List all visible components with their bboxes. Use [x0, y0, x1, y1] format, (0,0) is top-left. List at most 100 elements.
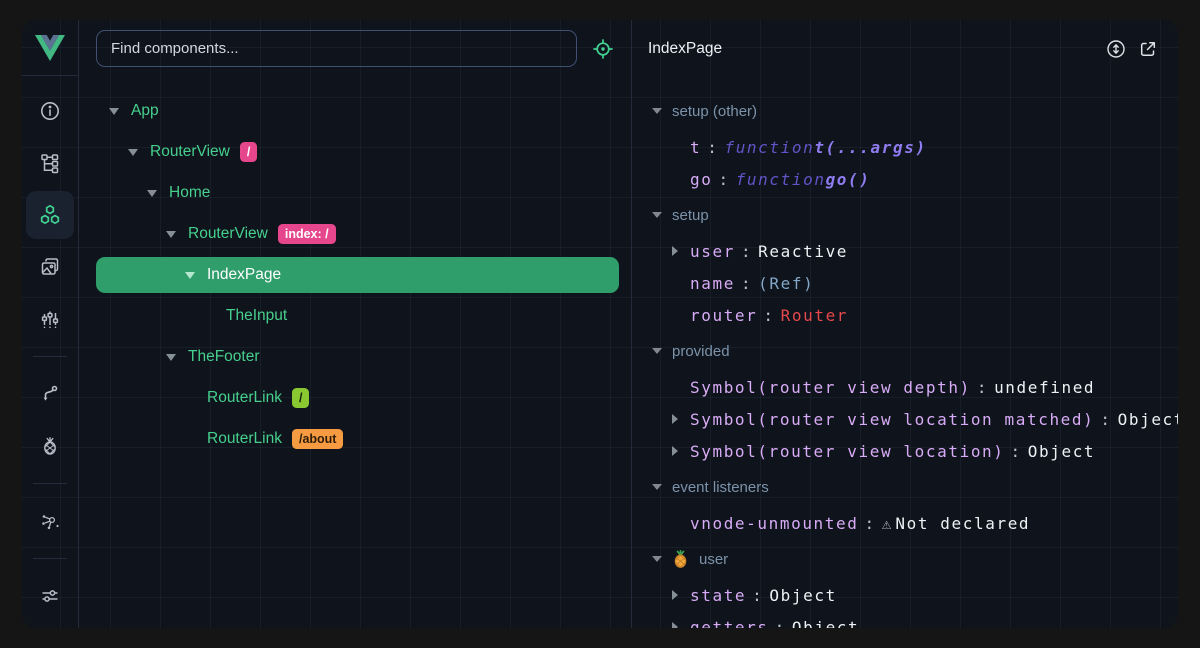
components-hexagons-icon[interactable] — [26, 191, 74, 239]
state-key: user — [690, 242, 735, 261]
state-row[interactable]: vnode-unmounted:⚠ Not declared — [645, 507, 1178, 539]
state-row[interactable]: Symbol(router view location):Object — [645, 435, 1178, 467]
tree-expander[interactable] — [166, 231, 188, 238]
expand-collapse-all-icon[interactable] — [1100, 33, 1132, 65]
state-key: getters — [690, 618, 769, 629]
pages-icon[interactable] — [30, 247, 70, 287]
component-name: RouterLink — [207, 389, 282, 407]
tree-expander[interactable] — [128, 149, 150, 156]
component-name: RouterView — [188, 225, 268, 243]
state-row[interactable]: t:function t(...args) — [645, 131, 1178, 163]
route-badge: /about — [292, 429, 344, 449]
state-value: undefined — [994, 378, 1095, 397]
chevron-down-icon — [147, 190, 157, 197]
tree-row[interactable]: Home — [96, 175, 619, 211]
state-value: go() — [826, 170, 871, 189]
state-value: Object — [1118, 410, 1178, 429]
item-expander[interactable] — [672, 414, 690, 424]
section-header[interactable]: event listeners — [645, 467, 1178, 507]
state-key: router — [690, 306, 757, 325]
state-row[interactable]: Symbol(router view depth):undefined — [645, 371, 1178, 403]
tree-row[interactable]: TheFooter — [96, 339, 619, 375]
state-value: Object — [769, 586, 836, 605]
tree-row[interactable]: RouterView index: / — [96, 216, 619, 252]
inspector-header: IndexPage — [632, 20, 1178, 77]
state-row[interactable]: router:Router — [645, 299, 1178, 331]
item-expander[interactable] — [672, 246, 690, 256]
components-pane: App RouterView / Home RouterView index: / Inde… — [79, 20, 632, 628]
tree-row[interactable]: TheInput — [96, 298, 619, 334]
item-expander[interactable] — [672, 622, 690, 628]
section-title: setup — [672, 207, 709, 224]
state-value: ⚠ — [882, 514, 892, 533]
section-title: provided — [672, 343, 730, 360]
state-value: function — [736, 170, 826, 189]
component-name: RouterView — [150, 143, 230, 161]
component-name: TheFooter — [188, 348, 260, 366]
route-badge: / — [240, 142, 257, 162]
devtools-window: App RouterView / Home RouterView index: / Inde… — [22, 20, 1178, 628]
overview-info-icon[interactable] — [30, 91, 70, 131]
state-row[interactable]: getters:Object — [645, 611, 1178, 628]
chevron-down-icon — [652, 556, 662, 562]
inspector-title: IndexPage — [648, 40, 1100, 58]
state-value: t(...args) — [814, 138, 926, 157]
pineapple-icon — [672, 550, 689, 568]
graph-icon[interactable] — [30, 501, 70, 541]
state-value: Object — [1028, 442, 1095, 461]
chevron-right-icon — [672, 246, 678, 256]
state-key: Symbol(router view location) — [690, 442, 1005, 461]
inspect-component-target-icon[interactable] — [585, 31, 621, 67]
sidebar-divider — [33, 483, 67, 484]
item-expander[interactable] — [672, 590, 690, 600]
key-value-separator: : — [1100, 410, 1111, 429]
settings-icon[interactable] — [30, 576, 70, 616]
state-row[interactable]: state:Object — [645, 579, 1178, 611]
tree-expander[interactable] — [166, 354, 188, 361]
section-header[interactable]: provided — [645, 331, 1178, 371]
chevron-down-icon — [166, 354, 176, 361]
tree-row[interactable]: App — [96, 93, 619, 129]
router-icon[interactable] — [30, 374, 70, 414]
section-header[interactable]: setup — [645, 195, 1178, 235]
open-in-editor-icon[interactable] — [1132, 33, 1164, 65]
chevron-down-icon — [185, 272, 195, 279]
state-row[interactable]: user:Reactive — [645, 235, 1178, 267]
state-row[interactable]: name: (Ref) — [645, 267, 1178, 299]
key-value-separator: : — [718, 170, 729, 189]
route-badge: index: / — [278, 224, 336, 244]
state-value: Not declared — [895, 514, 1030, 533]
chevron-right-icon — [672, 414, 678, 424]
tree-row[interactable]: RouterView / — [96, 134, 619, 170]
state-row[interactable]: Symbol(router view location matched):Obj… — [645, 403, 1178, 435]
chevron-right-icon — [672, 446, 678, 456]
key-value-separator: : — [865, 514, 876, 533]
tree-row[interactable]: RouterLink/ — [96, 380, 619, 416]
sidebar-divider — [33, 356, 67, 357]
vue-logo — [22, 20, 78, 76]
tree-expander[interactable] — [147, 190, 169, 197]
tree-expander[interactable] — [185, 272, 207, 279]
section-header[interactable]: user — [645, 539, 1178, 579]
tree-expander[interactable] — [109, 108, 131, 115]
chevron-down-icon — [128, 149, 138, 156]
inspector-pane: IndexPage setup (other)t:function t(...a… — [632, 20, 1178, 628]
tree-row[interactable]: IndexPage — [96, 257, 619, 293]
chevron-down-icon — [652, 212, 662, 218]
pinia-pineapple-icon[interactable] — [30, 426, 70, 466]
state-key: t — [690, 138, 701, 157]
section-header[interactable]: setup (other) — [645, 91, 1178, 131]
state-row[interactable]: go:function go() — [645, 163, 1178, 195]
component-name: Home — [169, 184, 210, 202]
search-input[interactable] — [96, 30, 577, 67]
chevron-down-icon — [652, 108, 662, 114]
chevron-down-icon — [652, 348, 662, 354]
tree-row[interactable]: RouterLink/about — [96, 421, 619, 457]
component-tree-icon[interactable] — [30, 143, 70, 183]
item-expander[interactable] — [672, 446, 690, 456]
section-title: event listeners — [672, 479, 769, 496]
components-toolbar — [79, 20, 631, 77]
state-key: Symbol(router view depth) — [690, 378, 971, 397]
chevron-right-icon — [672, 622, 678, 628]
timeline-sliders-icon[interactable] — [30, 299, 70, 339]
